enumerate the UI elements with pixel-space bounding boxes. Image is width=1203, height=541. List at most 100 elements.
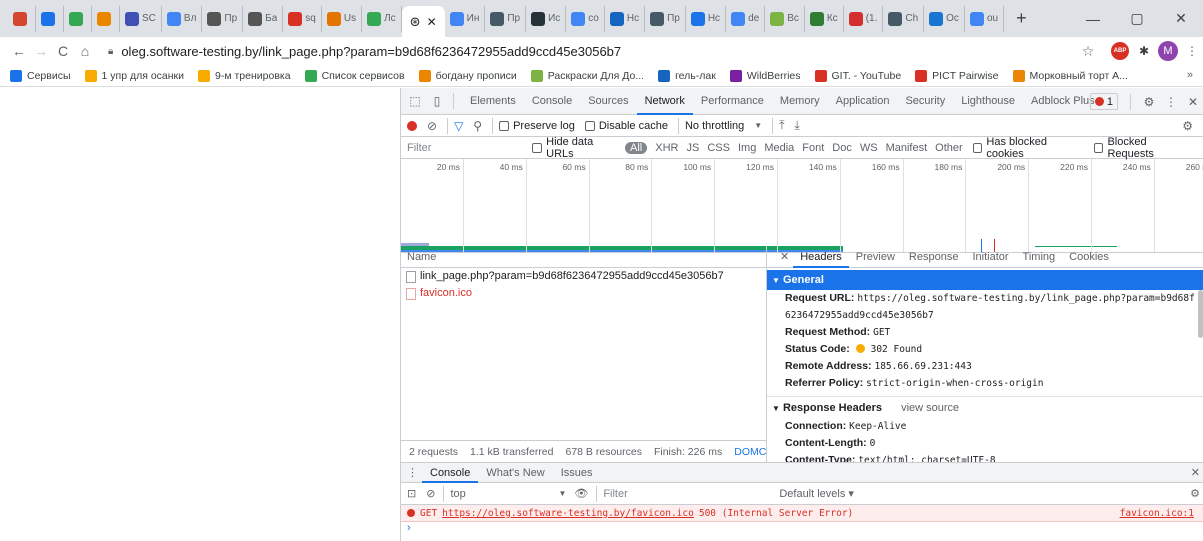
devtools-tab-performance[interactable]: Performance — [693, 88, 772, 115]
browser-tab[interactable]: Пр — [485, 5, 527, 32]
filter-type-doc[interactable]: Doc — [832, 142, 852, 154]
devtools-menu-icon[interactable]: ⋮ — [1163, 94, 1179, 110]
console-filter-input[interactable]: Filter — [603, 488, 779, 500]
browser-tab[interactable]: Пр — [645, 5, 686, 32]
reload-icon[interactable]: C — [52, 43, 74, 59]
drawer-tab-what-s-new[interactable]: What's New — [478, 463, 552, 483]
browser-tab[interactable]: Вл — [162, 5, 203, 32]
devtools-tab-memory[interactable]: Memory — [772, 88, 828, 115]
browser-tab[interactable] — [92, 5, 120, 32]
filter-type-font[interactable]: Font — [802, 142, 824, 154]
chevron-down-icon[interactable]: ▼ — [558, 489, 566, 498]
detail-tab-cookies[interactable]: Cookies — [1062, 246, 1116, 268]
browser-tab[interactable]: co — [566, 5, 605, 32]
minimize-button[interactable]: — — [1071, 0, 1115, 37]
browser-tab[interactable]: Ин — [445, 5, 486, 32]
view-source-link[interactable]: view source — [901, 402, 959, 414]
bookmark-item[interactable]: 9-м тренировка — [198, 69, 291, 82]
throttling-select[interactable]: No throttling — [685, 120, 744, 132]
filter-type-css[interactable]: CSS — [707, 142, 730, 154]
filter-type-manifest[interactable]: Manifest — [886, 142, 928, 154]
filter-type-xhr[interactable]: XHR — [655, 142, 678, 154]
error-source-link[interactable]: favicon.ico:1 — [1120, 508, 1194, 519]
devtools-tab-security[interactable]: Security — [897, 88, 953, 115]
browser-tab-active[interactable]: ⊛ ✕ — [401, 6, 445, 37]
detail-tab-preview[interactable]: Preview — [849, 246, 902, 268]
browser-tab[interactable] — [8, 5, 36, 32]
record-icon[interactable] — [407, 120, 417, 131]
devtools-tab-application[interactable]: Application — [828, 88, 898, 115]
blocked-requests-checkbox[interactable] — [1093, 142, 1104, 153]
browser-tab[interactable]: Пр — [202, 5, 244, 32]
new-tab-button[interactable]: + — [1004, 8, 1039, 29]
detail-tab-response[interactable]: Response — [902, 246, 966, 268]
settings-gear-icon[interactable]: ⚙ — [1141, 94, 1157, 110]
network-overview-timeline[interactable]: 20 ms 40 ms 60 ms 80 ms 100 ms 120 ms 140 ms 16… — [401, 159, 1203, 253]
close-detail-icon[interactable]: ✕ — [773, 246, 793, 268]
live-expression-eye-icon[interactable]: 👁︎ — [574, 487, 588, 500]
browser-tab[interactable]: Лс — [362, 5, 402, 32]
search-icon[interactable]: ⚲ — [473, 119, 482, 133]
request-row[interactable]: link_page.php?param=b9d68f6236472955add9… — [401, 268, 766, 285]
browser-tab[interactable] — [36, 5, 64, 32]
filter-type-js[interactable]: JS — [687, 142, 700, 154]
bookmark-item[interactable]: богдану прописи — [418, 69, 517, 82]
extensions-puzzle-icon[interactable]: ✱ — [1134, 41, 1154, 61]
bookmark-item[interactable]: Список сервисов — [304, 69, 405, 82]
log-levels-select[interactable]: Default levels ▾ — [779, 487, 854, 500]
general-section-header[interactable]: ▼ General — [767, 270, 1203, 290]
close-drawer-icon[interactable]: ✕ — [1191, 466, 1200, 479]
device-toolbar-icon[interactable]: ▯ — [429, 93, 445, 109]
profile-avatar[interactable]: M — [1158, 41, 1178, 61]
browser-tab[interactable]: ou — [965, 5, 1005, 32]
drawer-tab-console[interactable]: Console — [422, 463, 479, 483]
disable-cache-checkbox[interactable] — [584, 120, 595, 131]
export-har-icon[interactable]: ⤓ — [795, 118, 800, 133]
bookmark-item[interactable]: GIT. - YouTube — [814, 69, 901, 82]
drawer-menu-icon[interactable]: ⋮ — [407, 466, 418, 479]
request-row[interactable]: favicon.ico — [401, 285, 766, 302]
clear-console-icon[interactable]: ⊘ — [426, 487, 435, 500]
console-settings-icon[interactable]: ⚙ — [1190, 487, 1200, 500]
response-headers-section-header[interactable]: ▼ Response Headers view source — [767, 396, 1203, 418]
drawer-tab-issues[interactable]: Issues — [553, 463, 601, 483]
devtools-tab-elements[interactable]: Elements — [462, 88, 524, 115]
bookmark-item[interactable]: WildBerries — [729, 69, 801, 82]
browser-tab[interactable]: Нс — [686, 5, 727, 32]
bookmark-item[interactable]: Морковный торт А... — [1012, 69, 1128, 82]
browser-tab[interactable]: (1. — [844, 5, 884, 32]
browser-tab[interactable] — [64, 5, 92, 32]
close-tab-icon[interactable]: ✕ — [427, 15, 437, 29]
error-url-link[interactable]: https://oleg.software-testing.by/favicon… — [442, 508, 694, 519]
error-count-badge[interactable]: 1 — [1089, 93, 1118, 110]
clear-icon[interactable]: ⊘ — [427, 119, 437, 133]
maximize-button[interactable]: ▢ — [1115, 0, 1159, 37]
browser-tab[interactable]: SC — [120, 5, 162, 32]
context-select[interactable]: top — [450, 488, 558, 500]
console-sidebar-icon[interactable]: ⊡ — [407, 487, 416, 500]
bookmarks-overflow-icon[interactable]: » — [1187, 69, 1193, 81]
name-column-header[interactable]: Name — [401, 246, 766, 268]
browser-tab[interactable]: Ch — [883, 5, 925, 32]
browser-tab[interactable]: Нс — [605, 5, 646, 32]
adblock-icon[interactable]: ABP — [1110, 41, 1130, 61]
bookmark-item[interactable]: 1 упр для осанки — [84, 69, 184, 82]
home-icon[interactable]: ⌂ — [74, 43, 96, 59]
console-prompt[interactable]: › — [401, 522, 1203, 538]
filter-type-img[interactable]: Img — [738, 142, 756, 154]
network-filter-input[interactable]: Filter — [407, 142, 532, 154]
devtools-tab-console[interactable]: Console — [524, 88, 580, 115]
bookmark-item[interactable]: Сервисы — [10, 69, 71, 82]
filter-type-media[interactable]: Media — [764, 142, 794, 154]
chevron-down-icon[interactable]: ▼ — [754, 121, 762, 130]
browser-tab[interactable]: Ис — [526, 5, 567, 32]
forward-icon[interactable]: → — [30, 43, 52, 59]
url-text[interactable]: oleg.software-testing.by/link_page.php?p… — [121, 44, 621, 59]
devtools-tab-sources[interactable]: Sources — [580, 88, 636, 115]
hide-data-urls-checkbox[interactable] — [532, 142, 543, 153]
detail-tab-initiator[interactable]: Initiator — [965, 246, 1015, 268]
bookmark-item[interactable]: PICT Pairwise — [915, 69, 999, 82]
devtools-tab-network[interactable]: Network — [636, 88, 693, 115]
filter-type-other[interactable]: Other — [935, 142, 963, 154]
browser-tab[interactable]: Кс — [805, 5, 844, 32]
